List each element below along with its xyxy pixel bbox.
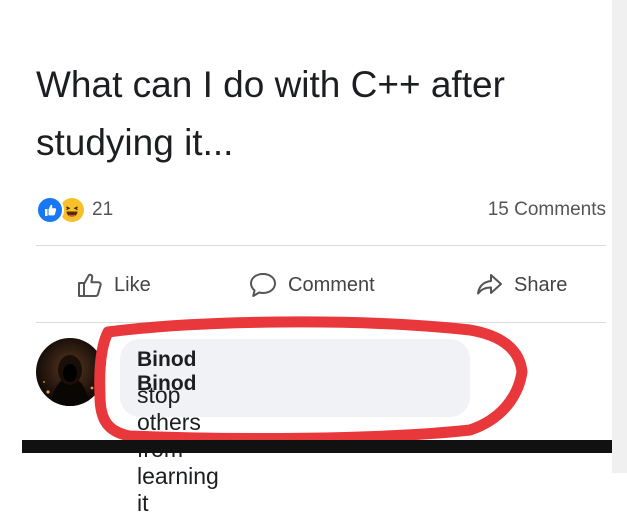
share-label: Share xyxy=(514,273,568,296)
bottom-bar xyxy=(22,440,612,453)
thumbs-up-icon xyxy=(78,273,102,297)
post-text: What can I do with C++ after studying it… xyxy=(36,64,505,163)
comment-button[interactable]: Comment xyxy=(248,262,375,308)
background-strip xyxy=(612,0,627,473)
share-arrow-icon xyxy=(477,274,502,295)
comment-label: Comment xyxy=(288,273,375,296)
divider-bottom xyxy=(36,322,606,323)
like-reaction-icon xyxy=(36,196,64,224)
divider-top xyxy=(36,245,606,246)
reactions-summary[interactable]: 21 xyxy=(36,196,113,224)
like-button[interactable]: Like xyxy=(76,262,151,308)
speech-bubble-icon xyxy=(250,273,276,297)
comments-count-link[interactable]: 15 Comments xyxy=(488,199,606,221)
share-button[interactable]: Share xyxy=(474,262,567,308)
hooded-figure-icon xyxy=(43,355,98,406)
reaction-count: 21 xyxy=(92,199,114,220)
like-label: Like xyxy=(114,273,151,296)
action-bar: Like Comment Share xyxy=(36,262,606,308)
avatar[interactable] xyxy=(36,338,104,406)
